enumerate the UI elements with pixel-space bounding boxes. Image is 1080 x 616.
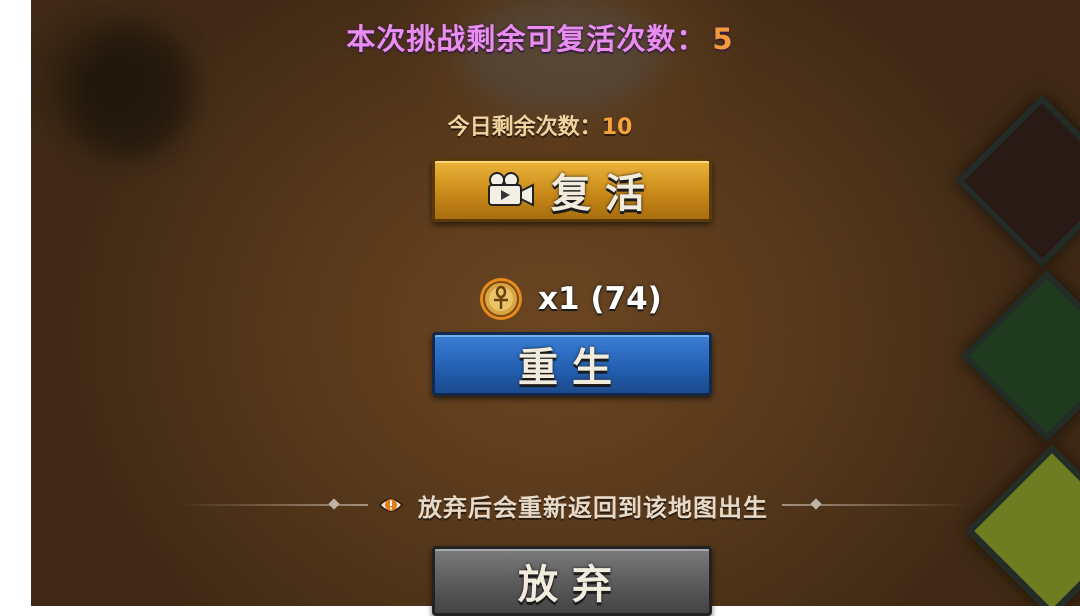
give-up-button-label: 放弃 (518, 562, 626, 608)
revive-button[interactable]: 复活 (432, 158, 712, 222)
revive-count-value: 5 (712, 22, 734, 56)
warning-icon (378, 498, 404, 512)
divider-left (180, 498, 368, 510)
map-tile-lime (965, 444, 1080, 606)
give-up-notice: 放弃后会重新返回到该地图出生 (180, 488, 970, 522)
map-tile-green (960, 269, 1080, 443)
rebirth-cost: x1 (74) (478, 276, 662, 322)
daily-remaining-label: 今日剩余次数： (447, 115, 602, 140)
revive-count-label: 本次挑战剩余可复活次数： (346, 22, 707, 56)
rebirth-button[interactable]: 重生 (432, 332, 712, 396)
ankh-coin-icon (480, 278, 522, 320)
daily-remaining: 今日剩余次数：10 (0, 109, 1080, 141)
daily-remaining-value: 10 (601, 115, 633, 140)
video-camera-icon (488, 172, 534, 207)
revive-button-label: 复活 (551, 171, 659, 217)
rebirth-cost-text: x1 (74) (538, 281, 662, 317)
rebirth-button-label: 重生 (518, 345, 626, 391)
revive-count-title: 本次挑战剩余可复活次数： 5 (0, 16, 1080, 58)
give-up-notice-text: 放弃后会重新返回到该地图出生 (418, 493, 768, 522)
divider-right (782, 498, 970, 510)
